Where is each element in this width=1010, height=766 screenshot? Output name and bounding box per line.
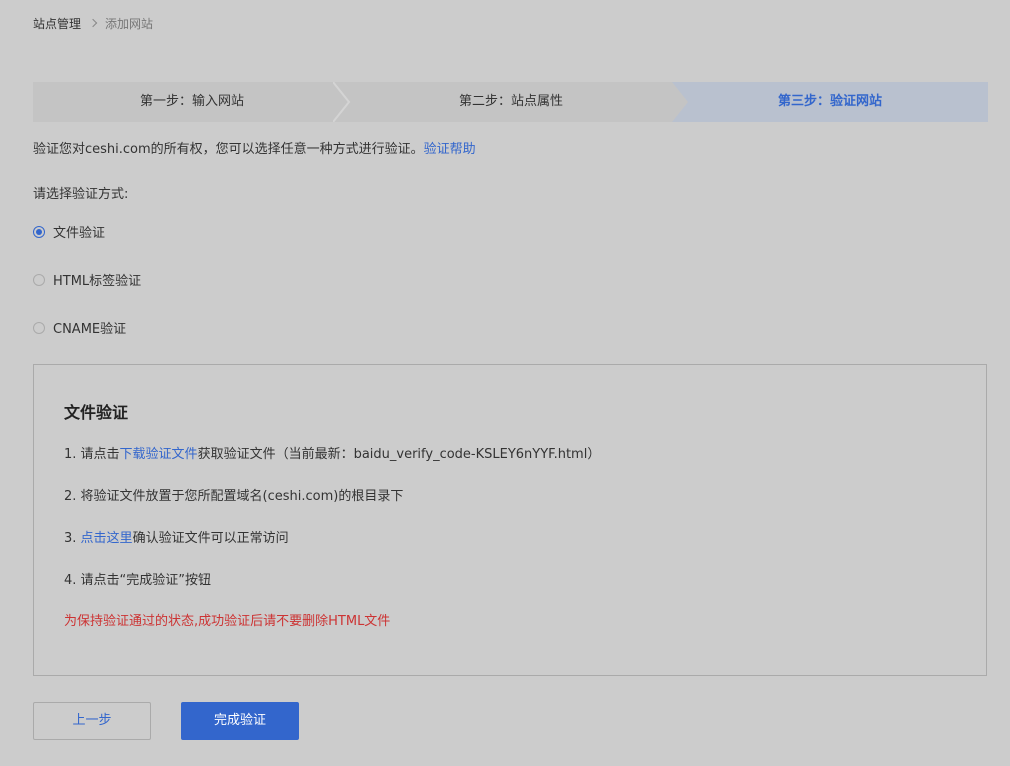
instruction-step-2: 2. 将验证文件放置于您所配置域名(ceshi.com)的根目录下	[64, 489, 404, 504]
method-label: CNAME验证	[53, 322, 127, 337]
method-label: HTML标签验证	[53, 274, 142, 289]
instruction-step-1: 1. 请点击下载验证文件获取验证文件（当前最新：baidu_verify_cod…	[64, 443, 600, 462]
instruction-step-3: 3. 点击这里确认验证文件可以正常访问	[64, 527, 289, 546]
instruction-step-4: 4. 请点击“完成验证”按钮	[64, 573, 212, 588]
method-file-verification[interactable]: 文件验证	[33, 222, 105, 241]
step-3-verify-site: 第三步：验证网站	[777, 94, 882, 109]
intro-text: 验证您对ceshi.com的所有权，您可以选择任意一种方式进行验证。	[33, 142, 424, 157]
complete-verification-button[interactable]: 完成验证	[181, 702, 299, 740]
method-cname-verification[interactable]: CNAME验证	[33, 318, 126, 337]
verification-help-link[interactable]: 验证帮助	[424, 142, 476, 157]
method-label: 文件验证	[53, 226, 106, 241]
panel-title: 文件验证	[64, 403, 129, 422]
step-2-site-properties: 第二步：站点属性	[458, 94, 563, 109]
download-verification-file-link[interactable]: 下载验证文件	[120, 447, 198, 462]
step-1-prefix: 1. 请点击	[64, 447, 120, 462]
radio-checked-icon[interactable]	[33, 225, 45, 238]
breadcrumb-site-management[interactable]: 站点管理	[33, 15, 81, 32]
step-progress-bar: 第一步：输入网站 第二步：站点属性 第三步：验证网站	[33, 82, 988, 122]
radio-unchecked-icon[interactable]	[33, 321, 45, 334]
method-html-tag-verification[interactable]: HTML标签验证	[33, 270, 141, 289]
breadcrumb-add-site: 添加网站	[105, 16, 154, 31]
chevron-right-icon	[88, 18, 98, 28]
previous-step-button[interactable]: 上一步	[33, 702, 151, 740]
step-3-suffix: 确认验证文件可以正常访问	[132, 531, 289, 546]
radio-unchecked-icon[interactable]	[33, 273, 45, 286]
step-divider-arrow-icon	[333, 82, 351, 122]
click-here-link[interactable]: 点击这里	[81, 531, 133, 546]
page: 站点管理 添加网站 第一步：输入网站 第二步：站点属性 第三步：验证网站 验证您…	[0, 0, 1010, 766]
step-1-enter-site: 第一步：输入网站	[139, 94, 244, 109]
choose-method-label: 请选择验证方式:	[33, 187, 129, 202]
breadcrumb: 站点管理 添加网站	[33, 15, 153, 31]
verification-intro: 验证您对ceshi.com的所有权，您可以选择任意一种方式进行验证。验证帮助	[33, 141, 476, 159]
warning-text: 为保持验证通过的状态,成功验证后请不要删除HTML文件	[64, 614, 391, 629]
file-verification-panel: 文件验证 1. 请点击下载验证文件获取验证文件（当前最新：baidu_verif…	[33, 364, 987, 676]
step-3-prefix: 3.	[64, 531, 81, 546]
step-1-suffix: 获取验证文件（当前最新：baidu_verify_code-KSLEY6nYYF…	[197, 447, 601, 462]
